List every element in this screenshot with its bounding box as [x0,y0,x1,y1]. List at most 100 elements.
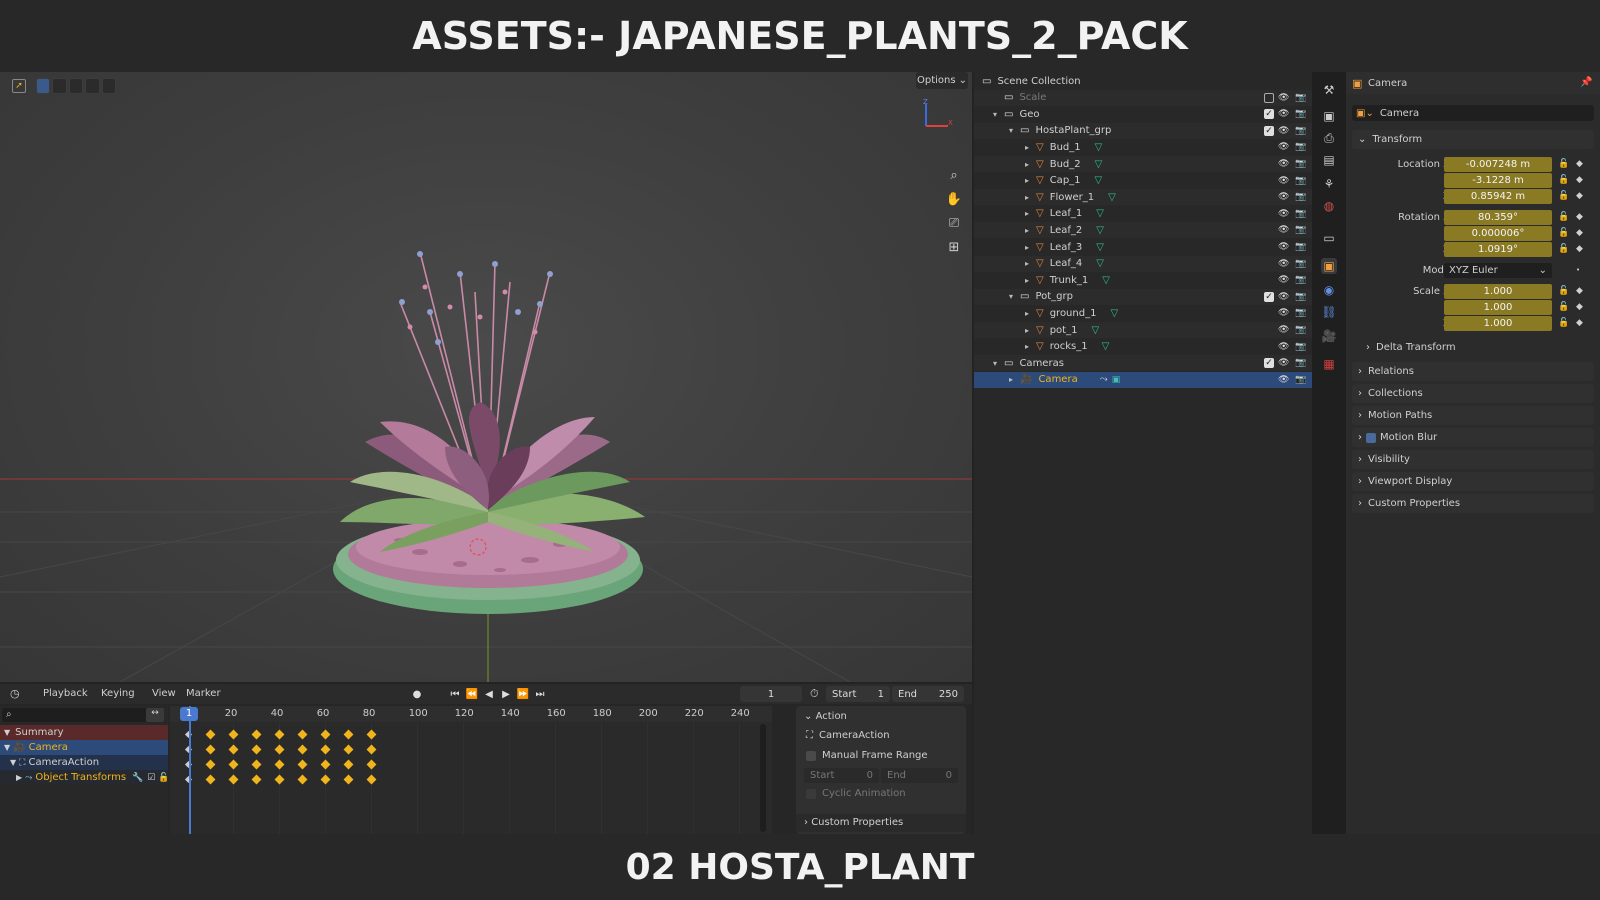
keyframe-marker[interactable] [297,759,308,770]
outliner-row[interactable]: ▸ ▽ Flower_1 ▽ 👁 📷 [974,189,1312,206]
select-extend-icon[interactable] [52,78,67,94]
keyframe-marker[interactable] [274,774,285,785]
location-z-field[interactable]: 0.85942 m [1444,188,1552,204]
collapse-arrow-icon[interactable]: ▾ [1006,292,1016,301]
checkbox-icon[interactable]: ☑ [147,773,155,783]
expand-arrow-icon[interactable]: ▶ [16,773,22,782]
custom-properties-panel[interactable]: › Custom Properties [1352,494,1594,513]
visibility-panel[interactable]: › Visibility [1352,450,1594,469]
lock-icon[interactable]: 🔓 [1558,286,1569,296]
jump-keyframe-forward-icon[interactable]: ⏩ [515,686,531,702]
play-icon[interactable]: ▶ [498,686,514,702]
action-panel-header[interactable]: ⌄ Action [804,711,847,722]
play-reverse-icon[interactable]: ◀ [481,686,497,702]
lock-icon[interactable]: 🔓 [1558,302,1569,312]
expand-arrow-icon[interactable]: ▸ [1022,309,1032,318]
view-layer-tab-icon[interactable]: ▤ [1321,152,1337,168]
animation-data-icon[interactable]: ⤳ [1100,374,1108,385]
grid-perspective-icon[interactable]: ⊞ [943,236,965,258]
keyframe-marker[interactable] [343,774,354,785]
timeline-editor[interactable]: ◷ Playback Keying View Marker ● ⏮ ⏪ ◀ ▶ … [0,684,972,834]
eye-icon[interactable]: 👁 [1278,242,1289,252]
render-camera-icon[interactable]: 📷 [1295,242,1306,252]
render-camera-icon[interactable]: 📷 [1295,209,1306,219]
mesh-data-icon[interactable]: ▽ [1096,225,1104,236]
select-invert-icon[interactable] [85,78,100,94]
keyframe-marker[interactable] [228,759,239,770]
mesh-data-icon[interactable]: ▽ [1102,275,1110,286]
keyframe-marker[interactable] [228,774,239,785]
eye-icon[interactable]: 👁 [1278,176,1289,186]
wrench-icon[interactable]: 🔧 [132,773,143,783]
mesh-data-icon[interactable]: ▽ [1102,341,1110,352]
pin-icon[interactable]: 📌 [1580,77,1592,88]
keyframe-diamond-icon[interactable]: ◆ [1576,286,1583,296]
eye-icon[interactable]: 👁 [1278,308,1289,318]
channel-summary[interactable]: ▼ Summary [0,725,168,740]
eye-icon[interactable]: 👁 [1278,358,1289,368]
outliner-row[interactable]: ▸ ▽ ground_1 ▽ 👁 📷 [974,305,1312,321]
rotation-x-field[interactable]: 80.359° [1444,209,1552,225]
constraints-tab-icon[interactable]: ⛓ [1321,304,1337,320]
outliner-row[interactable]: ▸ ▽ rocks_1 ▽ 👁 📷 [974,339,1312,355]
expand-arrow-icon[interactable]: ▸ [1022,209,1032,218]
collection-tab-icon[interactable]: ▭ [1321,230,1337,246]
expand-arrow-icon[interactable]: ▸ [1022,193,1032,202]
jump-end-icon[interactable]: ⏭ [532,686,548,702]
keyframe-marker[interactable] [205,759,216,770]
eye-icon[interactable]: 👁 [1278,159,1289,169]
location-x-field[interactable]: -0.007248 m [1444,156,1552,172]
keyframe-marker[interactable] [205,744,216,755]
lock-icon[interactable]: 🔓 [1558,159,1569,169]
keyframe-marker[interactable] [366,729,377,740]
location-y-field[interactable]: -3.1228 m [1444,172,1552,188]
mesh-data-icon[interactable]: ▽ [1091,325,1099,336]
keyframe-marker[interactable] [274,744,285,755]
transform-panel-header[interactable]: ⌄ Transform [1352,130,1594,149]
collections-panel[interactable]: › Collections [1352,384,1594,403]
editor-type-icon[interactable]: ◷ [10,687,30,701]
menu-marker[interactable]: Marker [186,688,221,699]
action-selector[interactable]: ⛶ CameraAction [806,730,890,741]
camera-data-icon[interactable]: ▣ [1112,375,1121,385]
keyframe-marker[interactable] [320,759,331,770]
eye-icon[interactable]: 👁 [1278,275,1289,285]
eye-icon[interactable]: 👁 [1278,209,1289,219]
mesh-data-icon[interactable]: ▽ [1096,208,1104,219]
exclude-checkbox[interactable]: ✓ [1264,291,1274,302]
3d-viewport[interactable]: ➚ Options ⌄ Z X ⌕ ✋ ⎚ ⊞ [0,72,972,682]
render-camera-icon[interactable]: 📷 [1295,192,1306,202]
render-camera-icon[interactable]: 📷 [1295,342,1306,352]
outliner-row[interactable]: ▸ ▽ Leaf_4 ▽ 👁 📷 [974,255,1312,272]
menu-view[interactable]: View [152,688,176,699]
motion-blur-panel[interactable]: › Motion Blur [1352,428,1594,447]
render-camera-icon[interactable]: 📷 [1295,375,1306,385]
keyframe-marker[interactable] [343,744,354,755]
render-camera-icon[interactable]: 📷 [1295,292,1306,302]
rotation-mode-dropdown[interactable]: XYZ Euler ⌄ [1444,262,1552,278]
eye-icon[interactable]: 👁 [1278,375,1289,385]
camera-view-icon[interactable]: ⎚ [943,212,965,234]
keyframe-marker[interactable] [366,744,377,755]
keyframe-diamond-icon[interactable]: ◆ [1576,159,1583,169]
playhead[interactable] [189,706,191,834]
lock-icon[interactable]: 🔓 [158,773,169,783]
properties-editor[interactable]: ▣ Camera 📌 ▣⌄ Camera ⌄ Transform Location… [1346,72,1600,834]
start-frame-field[interactable]: Start 1 [826,686,890,702]
keyframe-marker[interactable] [251,759,262,770]
render-camera-icon[interactable]: 📷 [1295,176,1306,186]
collapse-arrow-icon[interactable]: ▼ [10,758,16,767]
eye-icon[interactable]: 👁 [1278,93,1289,103]
keyframe-marker[interactable] [228,744,239,755]
exclude-checkbox[interactable]: ✓ [1264,358,1274,369]
expand-arrow-icon[interactable]: ▸ [1022,326,1032,335]
current-frame-field[interactable]: 1 [740,686,802,702]
output-tab-icon[interactable]: ⎙ [1321,130,1337,146]
outliner-row[interactable]: ▸ 🎥 Camera ⤳ ▣ 👁 📷 [974,371,1312,388]
outliner-row[interactable]: ▾ ▭ Geo ✓ 👁 📷 [974,106,1312,122]
outliner-row[interactable]: ▭ Scale 👁 📷 [974,89,1312,106]
mesh-data-icon[interactable]: ▽ [1095,175,1103,186]
keyframe-marker[interactable] [251,774,262,785]
motion-blur-checkbox[interactable] [1366,432,1376,443]
lock-icon[interactable]: 🔓 [1558,212,1569,222]
